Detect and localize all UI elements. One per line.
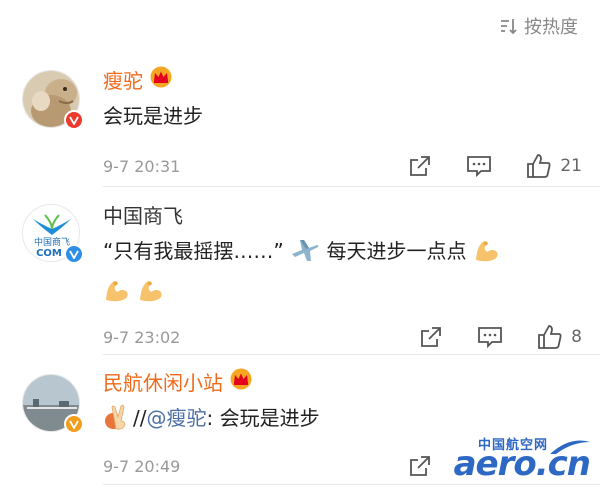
- share-icon: [410, 156, 431, 176]
- comment-icon: [467, 156, 492, 178]
- like-icon: [527, 154, 551, 178]
- timestamp: 9-7 20:31: [103, 156, 181, 176]
- like-icon: [538, 325, 562, 349]
- comment-text: “只有我最摇摆……”: [103, 239, 284, 263]
- comment-button[interactable]: [466, 154, 492, 178]
- avatar-brand-text: 中国商飞: [34, 236, 70, 248]
- divider: [103, 354, 600, 355]
- repost-separator: //: [133, 406, 147, 430]
- flexed-biceps-emoji: [137, 276, 165, 312]
- username[interactable]: 民航休闲小站: [103, 369, 223, 397]
- avatar[interactable]: [22, 70, 84, 130]
- flexed-biceps-emoji: [103, 276, 131, 312]
- comment-item: 瘦驼 会玩是进步 9-7 20:31 21: [0, 66, 600, 186]
- like-button[interactable]: 8: [537, 324, 582, 350]
- mention-link[interactable]: @瘦驼: [146, 406, 206, 430]
- avatar[interactable]: [22, 374, 84, 434]
- airplane-emoji: [290, 236, 320, 272]
- crown-icon: [149, 66, 173, 95]
- divider: [103, 186, 600, 187]
- like-count: 21: [560, 156, 582, 176]
- share-icon: [410, 456, 430, 476]
- timestamp: 9-7 23:02: [103, 327, 181, 347]
- watermark-brand: aero.cn: [453, 444, 591, 484]
- verified-icon: [64, 110, 84, 130]
- sort-label: 按热度: [524, 17, 578, 38]
- share-icon: [421, 327, 442, 347]
- avatar[interactable]: 中国商飞 COM: [22, 204, 84, 264]
- verified-icon: [64, 414, 84, 434]
- share-button[interactable]: [419, 325, 443, 349]
- comment-button[interactable]: [477, 325, 503, 349]
- comment-text: : 会玩是进步: [206, 406, 320, 430]
- verified-icon: [64, 244, 84, 264]
- share-button[interactable]: [408, 154, 432, 178]
- comment-text-continued: 每天进步一点点: [326, 239, 467, 263]
- username[interactable]: 瘦驼: [103, 67, 143, 95]
- like-button[interactable]: 21: [526, 153, 582, 179]
- victory-hand-emoji: [103, 403, 133, 439]
- flexed-biceps-emoji: [473, 236, 501, 272]
- sort-by-heat-button[interactable]: 按热度: [498, 12, 578, 40]
- username[interactable]: 中国商飞: [103, 202, 183, 230]
- comment-icon: [478, 327, 503, 349]
- timestamp: 9-7 20:49: [103, 456, 181, 476]
- share-button[interactable]: [408, 454, 432, 478]
- watermark-logo: 中国航空网 aero.cn: [444, 434, 594, 488]
- sort-icon: [498, 16, 518, 36]
- crown-icon: [229, 368, 253, 397]
- comment-item: 中国商飞 COM 中国商飞 “只有我最摇摆……” 每天进步一点点 9-7 23:…: [0, 202, 600, 349]
- like-count: 8: [571, 327, 582, 347]
- avatar-brand-com: COM: [36, 248, 62, 259]
- comment-text: 会玩是进步: [103, 104, 203, 128]
